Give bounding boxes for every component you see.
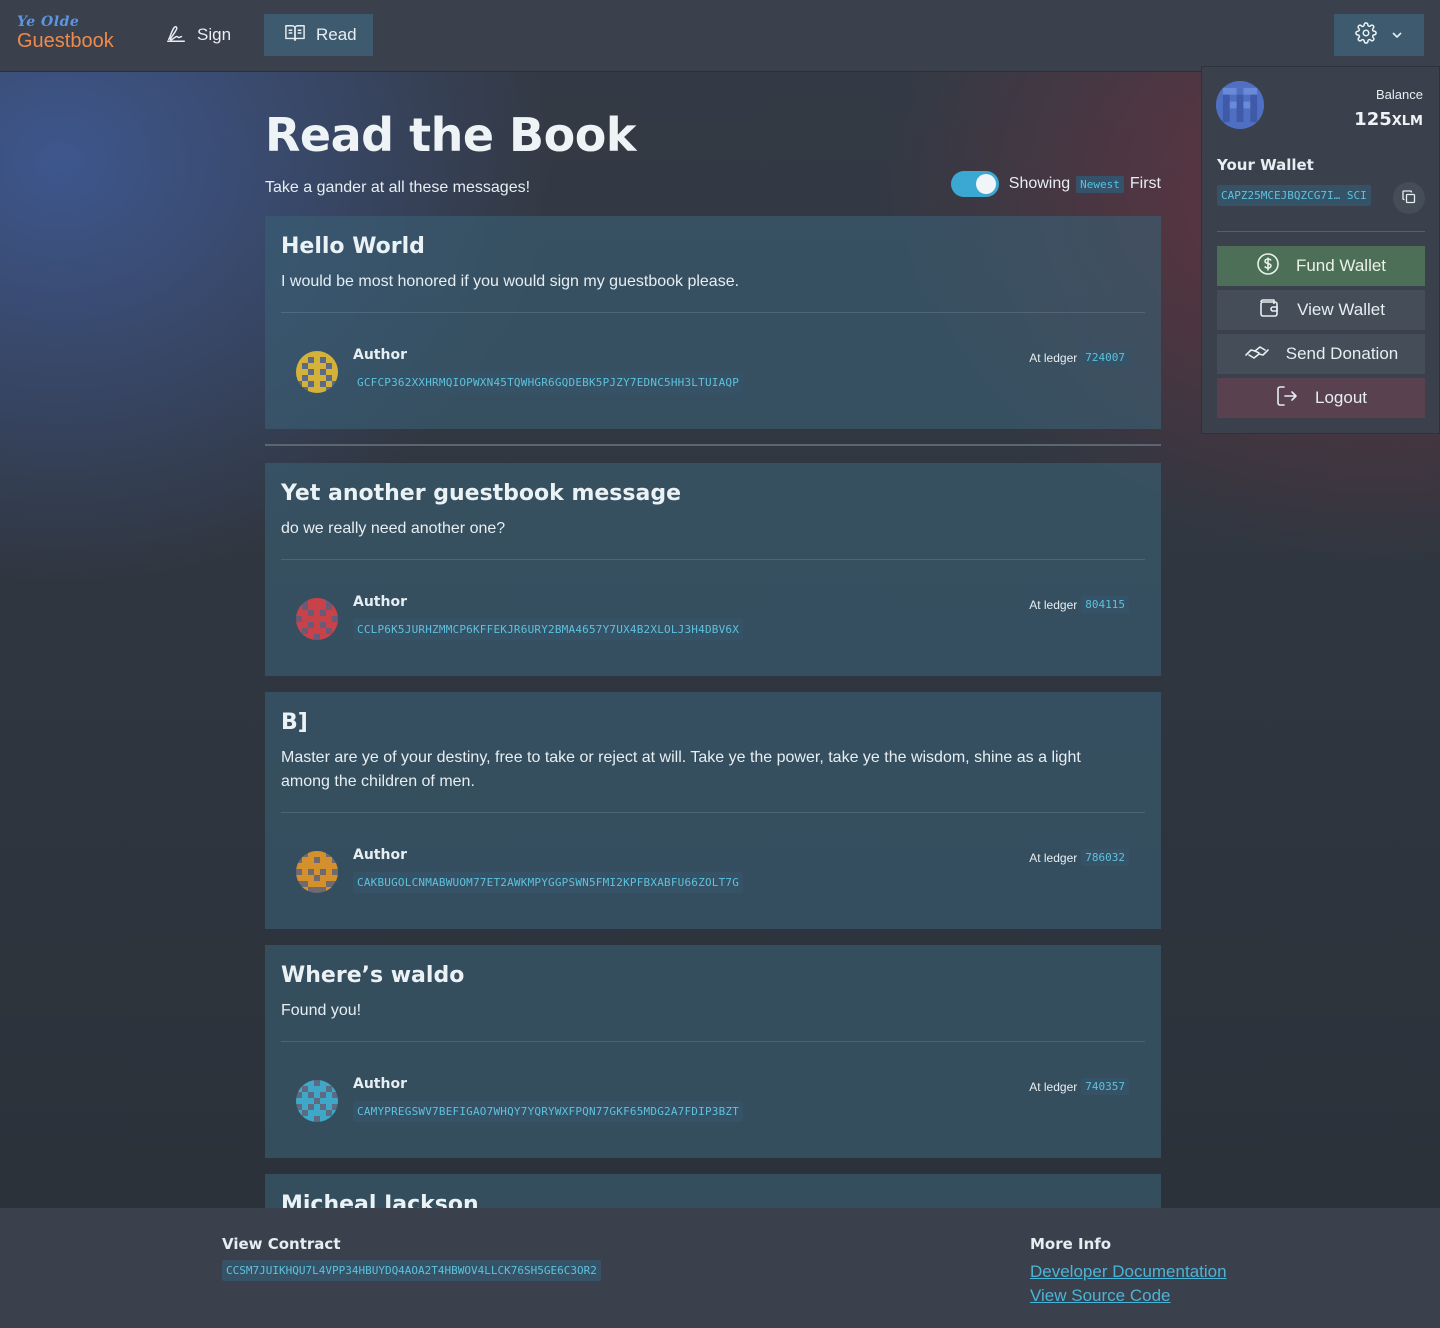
section-divider (265, 444, 1161, 446)
nav-read-label: Read (316, 25, 357, 44)
copy-icon (1402, 189, 1416, 208)
message-card: Hello World I would be most honored if y… (265, 216, 1161, 429)
message-title: Yet another guestbook message (281, 481, 681, 506)
sort-order-toggle[interactable] (950, 171, 999, 197)
message-card: B] Master are ye of your destiny, free t… (265, 692, 1161, 929)
fund-wallet-button[interactable]: Fund Wallet (1217, 246, 1425, 286)
handshake-icon (1244, 341, 1270, 368)
wallet-label: Your Wallet (1217, 156, 1314, 174)
message-title: Hello World (281, 234, 425, 259)
toggle-knob (975, 174, 996, 194)
dollar-circle-icon (1256, 252, 1280, 281)
copy-address-button[interactable] (1393, 182, 1425, 214)
wallet-dropdown-panel: Balance 125XLM Your Wallet CAPZ25MCEJBQZ… (1201, 66, 1440, 434)
page-subtitle: Take a gander at all these messages! (265, 179, 531, 196)
author-avatar (296, 598, 338, 640)
signature-icon (165, 22, 187, 49)
logout-button[interactable]: Logout (1217, 378, 1425, 418)
author-avatar (296, 1080, 338, 1122)
author-label: Author (353, 847, 407, 863)
author-avatar (296, 851, 338, 893)
view-source-link[interactable]: View Source Code (1030, 1286, 1171, 1306)
page-title: Read the Book (265, 108, 636, 162)
ledger-info: At ledger 786032 (1029, 849, 1129, 866)
nav-sign-link[interactable]: Sign (145, 14, 251, 56)
message-body: Found you! (281, 1002, 362, 1019)
ledger-info: At ledger 740357 (1029, 1078, 1129, 1095)
wallet-icon (1257, 296, 1281, 325)
author-row: Author CCLP6K5JURHZMMCP6KFFEKJR6URY2BMA4… (281, 560, 1145, 676)
panel-divider (1217, 231, 1425, 232)
author-row: Author GCFCP362XXHRMQIOPWXN45TQWHGR6GQDE… (281, 313, 1145, 429)
message-body: Master are ye of your destiny, free to t… (281, 749, 1081, 790)
author-address[interactable]: CCLP6K5JURHZMMCP6KFFEKJR6URY2BMA4657Y7UX… (353, 619, 744, 640)
ledger-number: 804115 (1081, 596, 1129, 613)
nav-read-link[interactable]: Read (264, 14, 373, 56)
balance-label: Balance (1376, 87, 1423, 102)
logo-top-text: Ye Olde (17, 14, 80, 30)
view-wallet-button[interactable]: View Wallet (1217, 290, 1425, 330)
main-content: Read the Book Take a gander at all these… (265, 72, 1161, 1208)
message-title: Where’s waldo (281, 963, 465, 988)
message-card: Yet another guestbook message do we real… (265, 463, 1161, 676)
ledger-info: At ledger 724007 (1029, 349, 1129, 366)
footer: View Contract CCSM7JUIKHQU7L4VPP34HBUYDQ… (0, 1208, 1440, 1328)
chevron-down-icon (1391, 26, 1403, 45)
nav-sign-label: Sign (197, 25, 232, 44)
author-row: Author CAKBUGOLCNMABWUOM77ET2AWKMPYGGPSW… (281, 813, 1145, 929)
sort-order-control: Showing Newest First (950, 171, 1161, 197)
author-label: Author (353, 347, 407, 363)
top-nav: Ye Olde Guestbook Sign Read (0, 0, 1440, 72)
gear-icon (1355, 22, 1377, 48)
ledger-label: At ledger (1029, 850, 1078, 865)
ledger-label: At ledger (1029, 597, 1078, 612)
footer-contract-heading: View Contract (222, 1235, 341, 1253)
logo-bottom-text: Guestbook (17, 30, 114, 52)
view-wallet-label: View Wallet (1297, 300, 1385, 319)
message-title: Micheal Jackson (281, 1192, 479, 1208)
author-row: Author CAMYPREGSWV7BEFIGAO7WHQY7YQRYWXFP… (281, 1042, 1145, 1158)
ledger-info: At ledger 804115 (1029, 596, 1129, 613)
author-label: Author (353, 1076, 407, 1092)
fund-wallet-label: Fund Wallet (1295, 256, 1387, 275)
balance-value: 125XLM (1354, 109, 1423, 130)
footer-more-heading: More Info (1030, 1235, 1112, 1253)
settings-menu-button[interactable] (1334, 14, 1424, 56)
toggle-prefix: Showing (1008, 175, 1071, 192)
logo[interactable]: Ye Olde Guestbook (17, 15, 114, 51)
message-card: Micheal Jackson (265, 1174, 1161, 1208)
author-avatar (296, 351, 338, 393)
send-donation-button[interactable]: Send Donation (1217, 334, 1425, 374)
message-title: B] (281, 710, 308, 735)
open-book-icon (284, 23, 306, 48)
ledger-number: 786032 (1081, 849, 1129, 866)
author-address[interactable]: CAKBUGOLCNMABWUOM77ET2AWKMPYGGPSWN5FMI2K… (353, 872, 744, 893)
message-card: Where’s waldo Found you! Author CAMYPREG… (265, 945, 1161, 1158)
wallet-avatar (1216, 81, 1264, 129)
balance-amount: 125 (1354, 109, 1392, 130)
author-label: Author (353, 594, 407, 610)
contract-id[interactable]: CCSM7JUIKHQU7L4VPP34HBUYDQ4AOA2T4HBWOV4L… (222, 1260, 601, 1281)
developer-docs-link[interactable]: Developer Documentation (1030, 1262, 1227, 1282)
message-body: I would be most honored if you would sig… (281, 273, 740, 290)
message-body: do we really need another one? (281, 520, 506, 537)
toggle-order-badge: Newest (1076, 175, 1124, 193)
ledger-number: 724007 (1081, 349, 1129, 366)
ledger-label: At ledger (1029, 1079, 1078, 1094)
logout-label: Logout (1315, 388, 1367, 407)
ledger-label: At ledger (1029, 350, 1078, 365)
wallet-address[interactable]: CAPZ25MCEJBQZCG7I… SCI (1217, 185, 1371, 206)
balance-unit: XLM (1391, 114, 1423, 129)
ledger-number: 740357 (1081, 1078, 1129, 1095)
author-address[interactable]: CAMYPREGSWV7BEFIGAO7WHQY7YQRYWXFPQN77GKF… (353, 1101, 744, 1122)
toggle-suffix: First (1129, 175, 1161, 192)
logout-icon (1275, 384, 1299, 413)
author-address[interactable]: GCFCP362XXHRMQIOPWXN45TQWHGR6GQDEBK5PJZY… (353, 372, 744, 393)
send-donation-label: Send Donation (1285, 344, 1399, 363)
